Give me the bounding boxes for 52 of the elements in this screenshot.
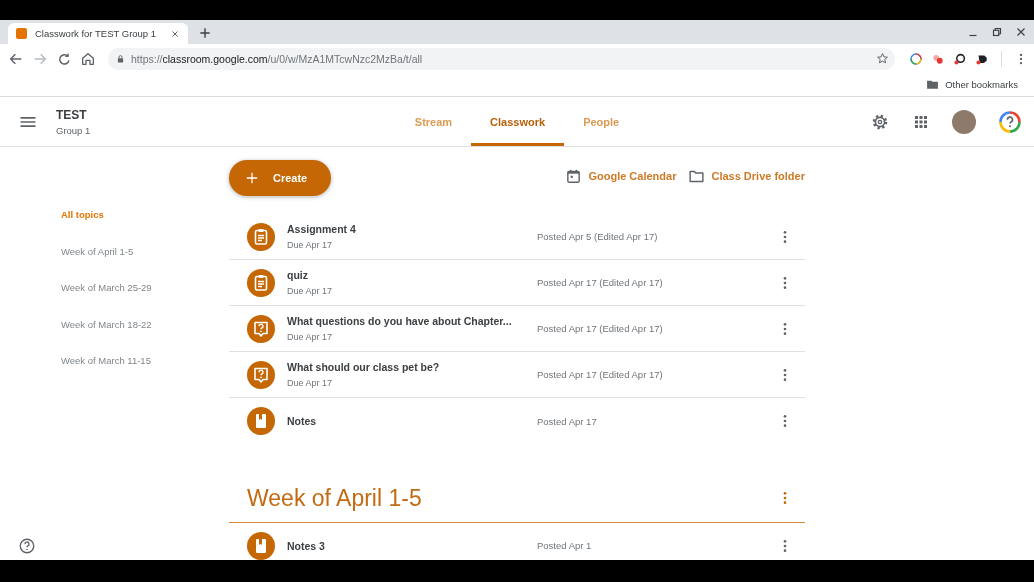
plus-icon: [245, 171, 259, 185]
classwork-item[interactable]: What questions do you have about Chapter... Due Apr 17 Posted Apr 17 (Edited Apr 17): [229, 306, 805, 352]
topic-heading: Week of April 1-5: [247, 484, 423, 512]
question-icon: [247, 360, 275, 389]
bookmark-link[interactable]: Other bookmarks: [945, 79, 1018, 90]
account-ring-icon[interactable]: [998, 109, 1022, 134]
reload-icon[interactable]: [56, 50, 72, 67]
material-icon: [247, 407, 275, 435]
lock-icon: [116, 53, 125, 64]
extension-icon[interactable]: [953, 51, 967, 66]
star-icon[interactable]: [876, 52, 889, 65]
posted-date: Posted Apr 1: [537, 540, 593, 551]
address-bar[interactable]: https://classroom.google.com/u/0/w/MzA1MTcwNzc2MzBa/t/all: [108, 47, 895, 70]
classwork-item[interactable]: What should our class pet be? Due Apr 17 Posted Apr 17 (Edited Apr 17): [229, 352, 805, 398]
classwork-item[interactable]: Notes Posted Apr 17: [229, 398, 805, 444]
posted-date: Posted Apr 17 (Edited Apr 17): [537, 369, 664, 380]
folder-icon: [926, 78, 940, 91]
close-icon[interactable]: [170, 28, 180, 39]
due-date: Due Apr 17: [287, 240, 334, 250]
item-title[interactable]: Notes 3: [287, 539, 537, 552]
topic-link[interactable]: Week of March 11-15: [61, 355, 151, 366]
create-button[interactable]: Create: [229, 160, 332, 196]
assignment-icon: [247, 222, 275, 251]
item-title[interactable]: Assignment 4: [287, 223, 537, 235]
posted-date: Posted Apr 5 (Edited Apr 17): [537, 231, 659, 242]
class-name[interactable]: TEST: [56, 107, 91, 122]
topic-link[interactable]: Week of April 1-5: [61, 245, 134, 257]
avatar[interactable]: [952, 109, 976, 134]
topic-link[interactable]: Week of March 18-22: [61, 318, 152, 330]
browser-tab[interactable]: Classwork for TEST Group 1: [8, 23, 188, 44]
restore-icon[interactable]: [990, 25, 1004, 39]
assignment-icon: [247, 268, 275, 297]
posted-date: Posted Apr 17 (Edited Apr 17): [537, 277, 664, 288]
topic-link[interactable]: Week of March 25-29: [61, 282, 152, 293]
classwork-item[interactable]: Assignment 4 Due Apr 17 Posted Apr 5 (Edited Apr 17): [229, 214, 805, 260]
new-tab-icon[interactable]: [198, 26, 212, 40]
due-date: Due Apr 17: [287, 332, 334, 342]
classwork-item[interactable]: quiz Due Apr 17 Posted Apr 17 (Edited Apr 17): [229, 260, 805, 306]
posted-date: Posted Apr 17: [537, 415, 598, 427]
help-icon[interactable]: [18, 537, 36, 555]
due-date: Due Apr 17: [287, 286, 334, 296]
item-title[interactable]: What should our class pet be?: [287, 361, 537, 373]
item-title[interactable]: Notes: [287, 415, 537, 427]
calendar-icon: [565, 167, 583, 185]
due-date: Due Apr 17: [287, 378, 334, 388]
classroom-favicon-icon: [16, 28, 27, 39]
posted-date: Posted Apr 17 (Edited Apr 17): [537, 323, 664, 334]
question-icon: [247, 314, 275, 343]
item-title[interactable]: quiz: [287, 269, 537, 281]
class-section: Group 1: [56, 124, 91, 136]
home-icon[interactable]: [80, 50, 96, 67]
item-title[interactable]: What questions do you have about Chapter...: [287, 315, 537, 327]
